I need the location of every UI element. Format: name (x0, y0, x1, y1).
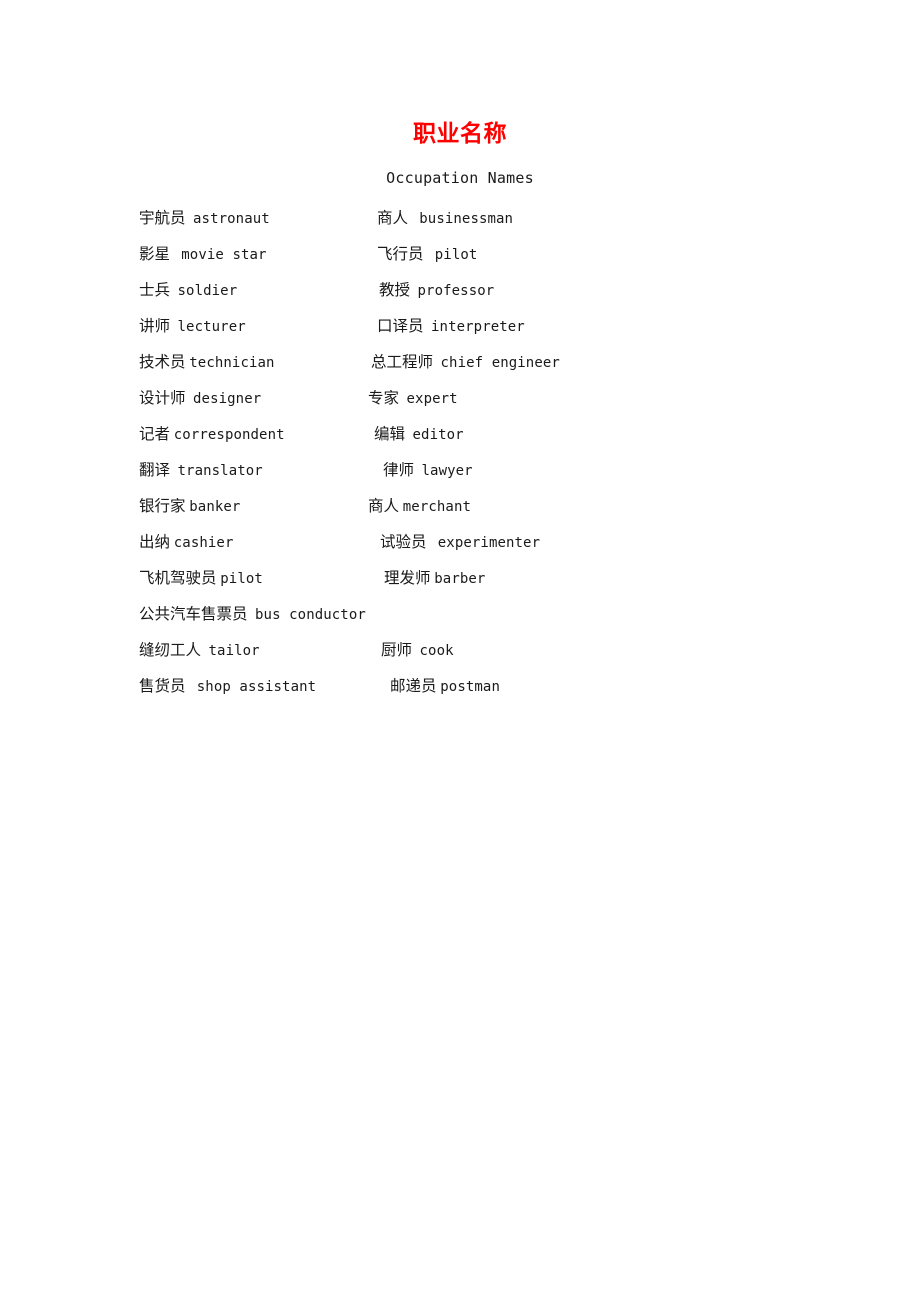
occupation-chinese: 出纳 (139, 533, 171, 551)
occupation-chinese: 律师 (383, 461, 415, 479)
occupation-entry-right: 飞行员 pilot (377, 236, 477, 273)
occupation-english: cashier (173, 535, 234, 551)
occupation-english: lecturer (177, 319, 246, 335)
occupation-english: businessman (419, 211, 514, 227)
occupation-chinese: 总工程师 (371, 353, 434, 371)
occupation-english: editor (412, 427, 464, 443)
occupation-entry-right: 总工程师 chief engineer (371, 344, 560, 381)
entry-row: 影星 movie star 飞行员 pilot (0, 236, 920, 272)
occupation-chinese: 商人 (368, 497, 400, 515)
occupation-entry-left: 银行家 banker (139, 488, 240, 525)
occupation-english: barber (434, 571, 486, 587)
occupation-chinese: 口译员 (377, 317, 424, 335)
occupation-entry-right: 邮递员 postman (390, 668, 500, 705)
occupation-chinese: 理发师 (384, 569, 431, 587)
occupation-english: pilot (220, 571, 263, 587)
occupation-english: postman (440, 679, 500, 695)
occupation-entry-left: 记者 correspondent (139, 416, 285, 453)
occupation-english: experimenter (437, 535, 541, 551)
occupation-entry-left: 出纳 cashier (139, 524, 233, 561)
occupation-chinese: 影星 (139, 245, 171, 263)
entry-row: 记者 correspondent 编辑 editor (0, 416, 920, 452)
entry-row: 缝纫工人 tailor 厨师 cook (0, 632, 920, 668)
occupation-entry-left: 影星 movie star (139, 236, 267, 273)
occupation-chinese: 士兵 (139, 281, 171, 299)
occupation-entry-right: 律师 lawyer (383, 452, 473, 489)
occupation-entry-left: 飞机驾驶员 pilot (139, 560, 263, 597)
occupation-chinese: 讲师 (139, 317, 171, 335)
occupation-english: technician (189, 355, 275, 371)
entry-row: 飞机驾驶员 pilot 理发师 barber (0, 560, 920, 596)
occupation-chinese: 厨师 (381, 641, 413, 659)
entry-row: 宇航员 astronaut 商人 businessman (0, 200, 920, 236)
occupation-entry-left: 翻译 translator (139, 452, 263, 489)
occupation-chinese: 缝纫工人 (139, 641, 202, 659)
occupation-entry-right: 教授 professor (379, 272, 494, 309)
occupation-english: lawyer (421, 463, 473, 479)
entry-row: 讲师 lecturer 口译员 interpreter (0, 308, 920, 344)
occupation-chinese: 技术员 (139, 353, 186, 371)
occupation-chinese: 邮递员 (390, 677, 437, 695)
occupation-english: designer (193, 391, 262, 407)
entry-row: 售货员 shop assistant 邮递员 postman (0, 668, 920, 704)
occupation-chinese: 宇航员 (139, 209, 186, 227)
occupation-english: banker (189, 499, 241, 515)
occupation-english: astronaut (193, 211, 270, 227)
occupation-chinese: 银行家 (139, 497, 186, 515)
entry-row: 设计师 designer 专家 expert (0, 380, 920, 416)
occupation-entry-right: 口译员 interpreter (377, 308, 525, 345)
occupation-chinese: 售货员 (139, 677, 186, 695)
occupation-entry-right: 理发师 barber (384, 560, 485, 597)
occupation-chinese: 公共汽车售票员 (139, 605, 248, 623)
occupation-chinese: 记者 (139, 425, 171, 443)
occupation-english: movie star (181, 247, 267, 263)
entry-row: 出纳 cashier 试验员 experimenter (0, 524, 920, 560)
entry-row: 公共汽车售票员 bus conductor (0, 596, 920, 632)
occupation-english: bus conductor (255, 607, 366, 623)
occupation-english: shop assistant (196, 679, 317, 695)
occupation-chinese: 编辑 (374, 425, 406, 443)
occupation-chinese: 飞行员 (377, 245, 424, 263)
occupation-english: soldier (177, 283, 238, 299)
occupation-english: correspondent (173, 427, 285, 443)
occupation-english: professor (417, 283, 495, 299)
entry-row: 士兵 soldier 教授 professor (0, 272, 920, 308)
page-subtitle: Occupation Names (386, 169, 534, 187)
occupation-entry-left: 设计师 designer (139, 380, 261, 417)
occupation-english: merchant (402, 499, 471, 515)
occupation-entry-right: 编辑 editor (374, 416, 464, 453)
occupation-entry-list: 宇航员 astronaut 商人 businessman 影星 movie star… (0, 200, 920, 704)
occupation-entry-left: 售货员 shop assistant (139, 668, 316, 705)
entry-row: 翻译 translator 律师 lawyer (0, 452, 920, 488)
occupation-chinese: 飞机驾驶员 (139, 569, 217, 587)
occupation-entry-left: 缝纫工人 tailor (139, 632, 260, 669)
occupation-english: expert (406, 391, 458, 407)
occupation-english: interpreter (431, 319, 525, 335)
entry-row: 银行家 banker 商人 merchant (0, 488, 920, 524)
occupation-entry-right: 试验员 experimenter (380, 524, 540, 561)
occupation-entry-right: 厨师 cook (381, 632, 454, 669)
page-title: 职业名称 (413, 121, 507, 147)
occupation-entry-left: 士兵 soldier (139, 272, 237, 309)
occupation-english: tailor (208, 643, 260, 659)
document-page: 职业名称 Occupation Names 宇航员 astronaut 商人 bu… (0, 0, 920, 1302)
occupation-english: chief engineer (440, 355, 560, 371)
occupation-entry-left: 公共汽车售票员 bus conductor (139, 596, 366, 633)
occupation-chinese: 商人 (377, 209, 409, 227)
occupation-chinese: 试验员 (380, 533, 427, 551)
occupation-chinese: 教授 (379, 281, 411, 299)
occupation-chinese: 翻译 (139, 461, 171, 479)
occupation-entry-right: 商人 merchant (368, 488, 471, 525)
occupation-english: pilot (434, 247, 478, 263)
occupation-entry-right: 专家 expert (368, 380, 458, 417)
occupation-chinese: 专家 (368, 389, 400, 407)
occupation-english: translator (177, 463, 263, 479)
occupation-entry-left: 宇航员 astronaut (139, 200, 270, 237)
entry-row: 技术员 technician 总工程师 chief engineer (0, 344, 920, 380)
occupation-english: cook (419, 643, 454, 659)
occupation-entry-left: 技术员 technician (139, 344, 275, 381)
occupation-entry-right: 商人 businessman (377, 200, 513, 237)
occupation-chinese: 设计师 (139, 389, 186, 407)
occupation-entry-left: 讲师 lecturer (139, 308, 246, 345)
